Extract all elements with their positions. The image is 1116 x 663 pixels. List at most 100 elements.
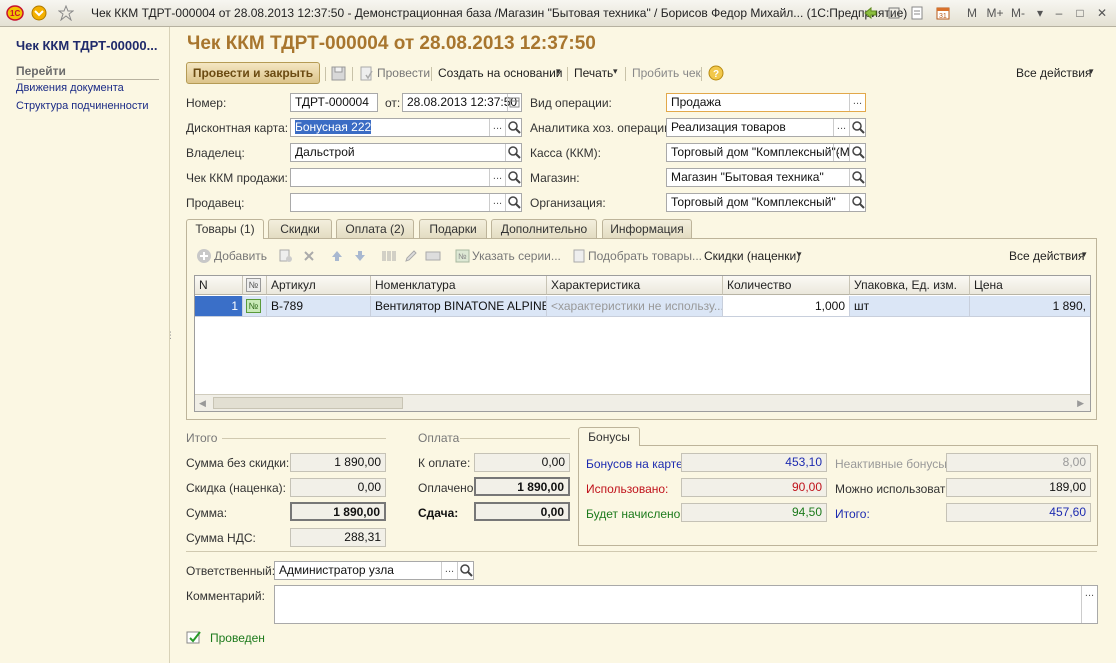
memory-plus-button[interactable]: M+ — [983, 4, 1007, 22]
add-icon[interactable] — [196, 248, 212, 264]
help-icon[interactable]: ? — [708, 65, 724, 81]
minimize-button[interactable]: – — [1049, 4, 1069, 22]
delete-icon[interactable] — [301, 248, 317, 264]
number-field[interactable]: ТДРТ-000004 — [290, 93, 378, 112]
maximize-button[interactable]: □ — [1070, 4, 1090, 22]
select-dots-icon[interactable]: ... — [489, 194, 505, 211]
link-icon[interactable] — [886, 5, 902, 21]
copy-row-icon[interactable] — [278, 248, 294, 264]
tab-payment[interactable]: Оплата (2) — [336, 219, 414, 238]
responsible-field[interactable]: Администратор узла ... — [274, 561, 474, 580]
search-icon[interactable] — [505, 169, 521, 186]
goods-table[interactable]: N № Артикул Номенклатура Характеристика … — [194, 275, 1091, 412]
owner-field[interactable]: Дальстрой — [290, 143, 522, 162]
post-button[interactable]: Провести — [377, 66, 430, 80]
tab-bonuses[interactable]: Бонусы — [578, 427, 640, 446]
close-button[interactable]: ✕ — [1092, 4, 1112, 22]
move-down-icon[interactable] — [352, 248, 368, 264]
column-header-characteristic[interactable]: Характеристика — [547, 276, 723, 295]
nav-panel-title[interactable]: Чек ККМ ТДРТ-00000... — [16, 38, 157, 53]
nav-link-subordination[interactable]: Структура подчиненности — [16, 100, 149, 112]
discounts-menu-button[interactable]: Скидки (наценки) — [704, 249, 800, 263]
move-up-icon[interactable] — [329, 248, 345, 264]
menu-dropdown-icon[interactable] — [31, 5, 47, 21]
select-dots-icon[interactable]: ... — [849, 94, 865, 111]
print-menu-button[interactable]: Печать — [574, 66, 613, 80]
search-icon[interactable] — [849, 119, 865, 136]
register-field[interactable]: Торговый дом "Комплексный"(М ... — [666, 143, 866, 162]
all-actions-menu[interactable]: Все действия — [1016, 66, 1091, 80]
pick-goods-icon[interactable] — [571, 248, 587, 264]
calendar-icon[interactable]: 31 — [935, 5, 951, 21]
select-dots-icon[interactable]: ... — [441, 562, 457, 579]
scrollbar-thumb[interactable] — [213, 397, 403, 409]
search-icon[interactable] — [457, 562, 473, 579]
store-field[interactable]: Магазин "Бытовая техника" — [666, 168, 866, 187]
card-reader-icon[interactable] — [425, 248, 441, 264]
column-header-price[interactable]: Цена — [970, 276, 1090, 295]
row-quantity-cell[interactable]: 1,000 — [723, 296, 850, 317]
pencil-icon[interactable] — [403, 248, 419, 264]
calendar-picker-icon[interactable] — [507, 94, 521, 111]
comment-field[interactable]: ... — [274, 585, 1098, 624]
create-based-on-button[interactable]: Создать на основании — [438, 66, 563, 80]
row-article-cell[interactable]: B-789 — [267, 296, 371, 317]
search-icon[interactable] — [505, 119, 521, 136]
row-unit-cell[interactable]: шт — [850, 296, 970, 317]
column-header-quantity[interactable]: Количество — [723, 276, 850, 295]
column-header-number-icon[interactable]: № — [243, 276, 267, 295]
date-field[interactable]: 28.08.2013 12:37:50 — [402, 93, 522, 112]
seller-field[interactable]: ... — [290, 193, 522, 212]
goods-all-actions-menu[interactable]: Все действия — [1009, 249, 1084, 263]
print-icon[interactable] — [909, 5, 925, 21]
tab-additional[interactable]: Дополнительно — [491, 219, 597, 238]
barcode-icon[interactable] — [381, 248, 397, 264]
row-price-cell[interactable]: 1 890, — [970, 296, 1090, 317]
scroll-right-icon[interactable]: ▶ — [1077, 398, 1084, 409]
tab-gifts[interactable]: Подарки — [419, 219, 487, 238]
post-icon[interactable] — [359, 66, 374, 81]
tab-goods[interactable]: Товары (1) — [186, 219, 264, 239]
column-header-n[interactable]: N — [195, 276, 243, 295]
search-icon[interactable] — [505, 144, 521, 161]
search-icon[interactable] — [849, 144, 865, 161]
specify-serials-button[interactable]: Указать серии... — [472, 249, 561, 263]
add-row-button[interactable]: Добавить — [214, 249, 267, 263]
search-icon[interactable] — [505, 194, 521, 211]
serials-icon[interactable]: № — [455, 248, 471, 264]
sale-receipt-field[interactable]: ... — [290, 168, 522, 187]
organization-field[interactable]: Торговый дом "Комплексный" — [666, 193, 866, 212]
select-dots-icon[interactable]: ... — [1081, 586, 1097, 623]
operation-type-field[interactable]: Продажа ... — [666, 93, 866, 112]
select-dots-icon[interactable]: ... — [489, 169, 505, 186]
favorite-star-icon[interactable] — [58, 5, 74, 21]
column-header-item[interactable]: Номенклатура — [371, 276, 547, 295]
save-icon[interactable] — [331, 66, 346, 81]
row-characteristic-cell[interactable]: <характеристики не использу... — [547, 296, 723, 317]
pick-goods-button[interactable]: Подобрать товары... — [588, 249, 702, 263]
horizontal-scrollbar[interactable]: ◀ ▶ — [195, 394, 1090, 411]
row-item-cell[interactable]: Вентилятор BINATONE ALPINE... — [371, 296, 547, 317]
tab-information[interactable]: Информация — [602, 219, 692, 238]
nav-link-document-movements[interactable]: Движения документа — [16, 82, 124, 94]
memory-minus-button[interactable]: M- — [1006, 4, 1030, 22]
memory-m-button[interactable]: M — [962, 4, 982, 22]
select-dots-icon[interactable]: ... — [833, 144, 849, 161]
row-number-cell[interactable]: 1 — [195, 296, 243, 317]
search-icon[interactable] — [849, 194, 865, 211]
back-arrow-icon[interactable] — [862, 5, 878, 21]
select-dots-icon[interactable]: ... — [489, 119, 505, 136]
post-and-close-button[interactable]: Провести и закрыть — [186, 62, 320, 84]
panel-splitter-handle[interactable]: ⋮ — [166, 330, 175, 341]
tab-discounts[interactable]: Скидки — [268, 219, 332, 238]
analytics-field[interactable]: Реализация товаров ... — [666, 118, 866, 137]
scroll-left-icon[interactable]: ◀ — [199, 398, 206, 409]
search-icon[interactable] — [849, 169, 865, 186]
punch-check-button[interactable]: Пробить чек — [632, 66, 701, 80]
discount-card-field[interactable]: Бонусная 222 ... — [290, 118, 522, 137]
column-header-article[interactable]: Артикул — [267, 276, 371, 295]
window-menu-arrow-icon[interactable]: ▾ — [1030, 4, 1050, 22]
column-header-unit[interactable]: Упаковка, Ед. изм. — [850, 276, 970, 295]
select-dots-icon[interactable]: ... — [833, 119, 849, 136]
row-serial-cell[interactable]: № — [243, 296, 267, 317]
